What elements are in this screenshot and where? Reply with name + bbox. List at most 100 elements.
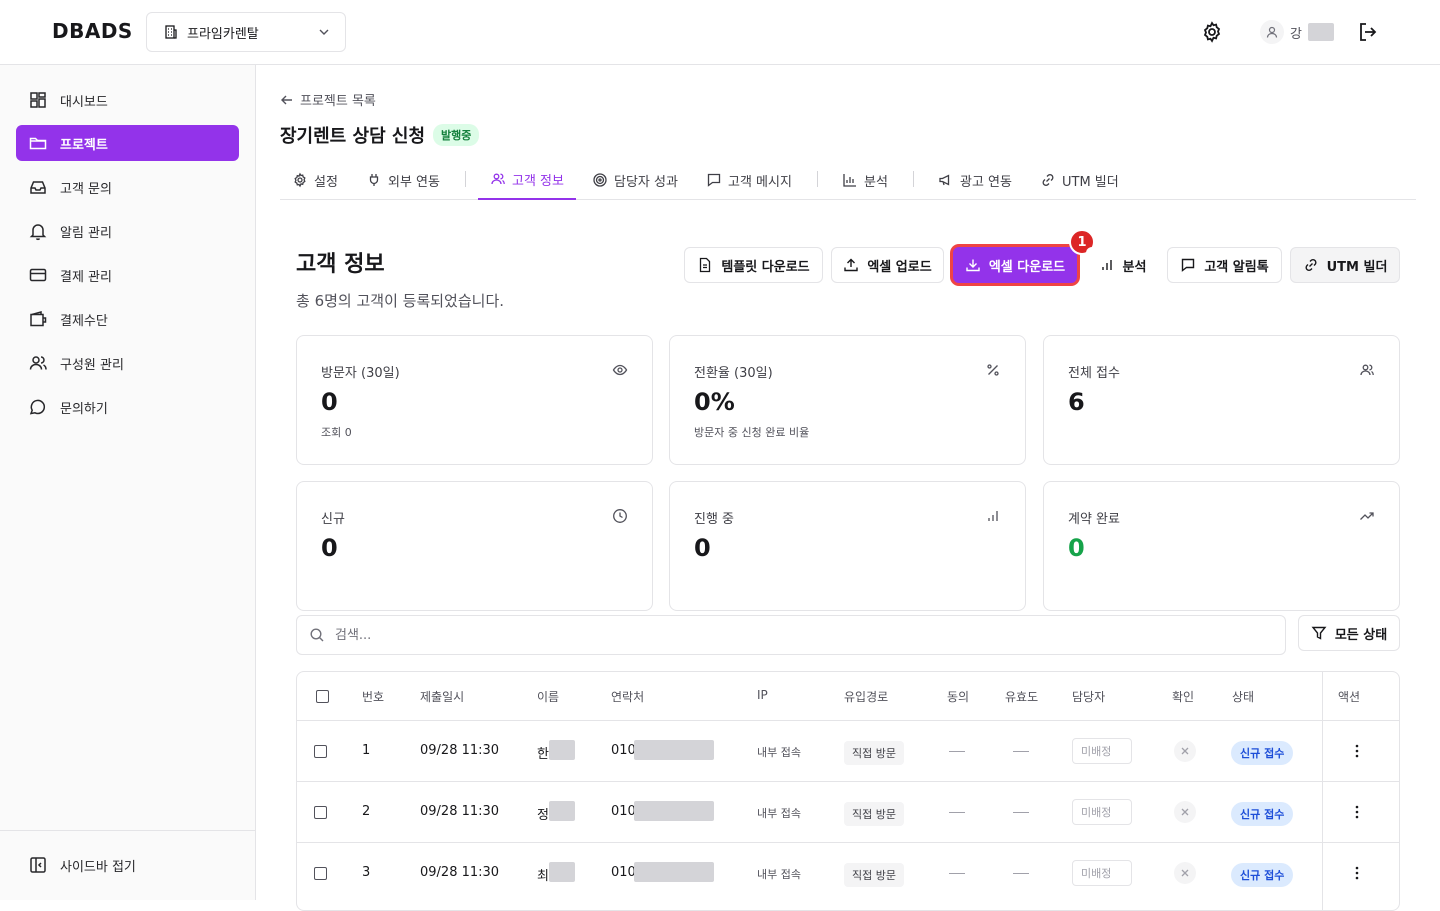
column-header[interactable]: 연락처 <box>611 688 644 705</box>
column-header[interactable]: IP <box>757 688 768 702</box>
utm-builder-button[interactable]: UTM 빌더 <box>1290 247 1400 283</box>
column-header[interactable]: 번호 <box>362 688 384 705</box>
sidebar-item-label: 구성원 관리 <box>60 357 124 373</box>
redacted-name <box>549 801 575 821</box>
status-badge[interactable]: 신규 접수 <box>1231 741 1294 765</box>
sidebar-item-members[interactable]: 구성원 관리 <box>16 345 239 381</box>
tab-integrations[interactable]: 외부 연동 <box>366 160 440 200</box>
gear-icon <box>292 172 308 188</box>
row-checkbox[interactable] <box>314 745 327 758</box>
column-header[interactable]: 유입경로 <box>844 688 888 705</box>
analysis-button[interactable]: 분석 <box>1086 247 1159 283</box>
status-badge[interactable]: 신규 접수 <box>1231 863 1294 887</box>
ip-value: 내부 접속 <box>757 807 801 820</box>
logout-icon[interactable] <box>1356 20 1380 44</box>
filter-icon <box>1311 625 1327 641</box>
column-header[interactable]: 제출일시 <box>420 688 464 705</box>
status-filter-button[interactable]: 모든 상태 <box>1298 615 1400 651</box>
more-actions-icon[interactable] <box>1349 743 1365 759</box>
table-row[interactable]: 1 09/28 11:30 한 010 내부 접속 직접 방문 미배정 신규 접… <box>297 720 1399 781</box>
tab-label: 외부 연동 <box>388 174 440 190</box>
tab-customer-info[interactable]: 고객 정보 <box>478 160 576 200</box>
column-header[interactable]: 확인 <box>1172 688 1194 705</box>
column-header[interactable]: 상태 <box>1232 688 1254 705</box>
sidebar-item-label: 프로젝트 <box>60 137 108 153</box>
excel-download-button[interactable]: 엑셀 다운로드 <box>953 247 1077 283</box>
confirm-x-button[interactable] <box>1174 801 1196 823</box>
sidebar-item-contact[interactable]: 문의하기 <box>16 389 239 425</box>
row-checkbox[interactable] <box>314 867 327 880</box>
consent-empty <box>949 873 965 874</box>
excel-upload-button[interactable]: 엑셀 업로드 <box>831 247 944 283</box>
column-header[interactable]: 이름 <box>537 688 559 705</box>
users-icon <box>490 171 506 187</box>
sidebar-item-label: 고객 문의 <box>60 181 112 197</box>
select-all-checkbox[interactable] <box>316 690 329 703</box>
tab-assignee-performance[interactable]: 담당자 성과 <box>592 160 678 200</box>
sidebar-item-label: 결제수단 <box>60 313 108 329</box>
confirm-x-button[interactable] <box>1174 740 1196 762</box>
chevron-down-icon <box>317 25 331 39</box>
stat-subtext: 조회 0 <box>321 426 352 439</box>
tab-customer-messages[interactable]: 고객 메시지 <box>706 160 792 200</box>
breadcrumb[interactable]: 프로젝트 목록 <box>280 90 376 109</box>
template-download-button[interactable]: 템플릿 다운로드 <box>684 247 823 283</box>
stat-value: 0% <box>694 388 735 416</box>
column-header[interactable]: 담당자 <box>1072 688 1105 705</box>
link-icon <box>1040 172 1056 188</box>
submitted-at: 09/28 11:30 <box>420 804 500 819</box>
sidebar-item-label: 결제 관리 <box>60 269 112 285</box>
alimtalk-button[interactable]: 고객 알림톡 <box>1167 247 1282 283</box>
tab-label: 분석 <box>864 174 888 190</box>
tab-ad-integration[interactable]: 광고 연동 <box>938 160 1012 200</box>
collapse-sidebar-button[interactable]: 사이드바 접기 <box>16 847 239 883</box>
tab-analysis[interactable]: 분석 <box>842 160 888 200</box>
tab-utm-builder[interactable]: UTM 빌더 <box>1040 160 1119 200</box>
source-pill: 직접 방문 <box>844 863 904 887</box>
sidebar-item-payment-methods[interactable]: 결제수단 <box>16 301 239 337</box>
organization-select[interactable]: 프라임카렌탈 <box>146 12 346 52</box>
stat-value: 0 <box>321 534 338 562</box>
sidebar-item-dashboard[interactable]: 대시보드 <box>16 82 239 118</box>
assignee-select[interactable]: 미배정 <box>1072 799 1132 825</box>
more-actions-icon[interactable] <box>1349 865 1365 881</box>
column-header[interactable]: 동의 <box>947 688 969 705</box>
phone-number: 010 <box>611 743 636 758</box>
redacted-phone <box>634 862 714 882</box>
sidebar-item-inquiries[interactable]: 고객 문의 <box>16 169 239 205</box>
search-input[interactable] <box>335 627 1235 643</box>
assignee-select[interactable]: 미배정 <box>1072 738 1132 764</box>
app-logo[interactable]: DBADS <box>52 19 133 43</box>
column-header[interactable]: 유효도 <box>1005 688 1038 705</box>
sidebar-item-billing[interactable]: 결제 관리 <box>16 257 239 293</box>
sidebar-item-label: 알림 관리 <box>60 225 112 241</box>
assignee-select[interactable]: 미배정 <box>1072 860 1132 886</box>
row-checkbox[interactable] <box>314 806 327 819</box>
sidebar-item-projects[interactable]: 프로젝트 <box>16 125 239 161</box>
user-menu[interactable]: 강 <box>1260 20 1334 44</box>
sidebar-item-notifications[interactable]: 알림 관리 <box>16 213 239 249</box>
stat-value: 0 <box>321 388 338 416</box>
table-row[interactable]: 3 09/28 11:30 최 010 내부 접속 직접 방문 미배정 신규 접… <box>297 842 1399 903</box>
more-actions-icon[interactable] <box>1349 804 1365 820</box>
bar-chart-icon <box>842 172 858 188</box>
phone-number: 010 <box>611 804 636 819</box>
settings-gear-icon[interactable] <box>1200 20 1224 44</box>
tab-label: 고객 정보 <box>512 173 564 189</box>
table-row[interactable]: 2 09/28 11:30 정 010 내부 접속 직접 방문 미배정 신규 접… <box>297 781 1399 842</box>
section-title: 고객 정보 <box>296 252 385 277</box>
confirm-x-button[interactable] <box>1174 862 1196 884</box>
source-pill: 직접 방문 <box>844 741 904 765</box>
stat-subtext: 방문자 중 신청 완료 비율 <box>694 426 810 439</box>
upload-icon <box>843 257 859 273</box>
stat-card-new: 신규 0 <box>296 481 653 611</box>
column-header[interactable]: 액션 <box>1338 688 1360 705</box>
sidebar: 대시보드 프로젝트 고객 문의 알림 관리 결제 관리 결제수단 구성원 관리 … <box>0 65 256 900</box>
bar-chart-icon <box>985 508 1001 524</box>
project-header: 장기렌트 상담 신청 발행중 <box>280 122 480 148</box>
tab-settings[interactable]: 설정 <box>292 160 338 200</box>
avatar <box>1260 20 1284 44</box>
status-badge[interactable]: 신규 접수 <box>1231 802 1294 826</box>
file-icon <box>697 257 713 273</box>
row-number: 1 <box>362 743 371 758</box>
